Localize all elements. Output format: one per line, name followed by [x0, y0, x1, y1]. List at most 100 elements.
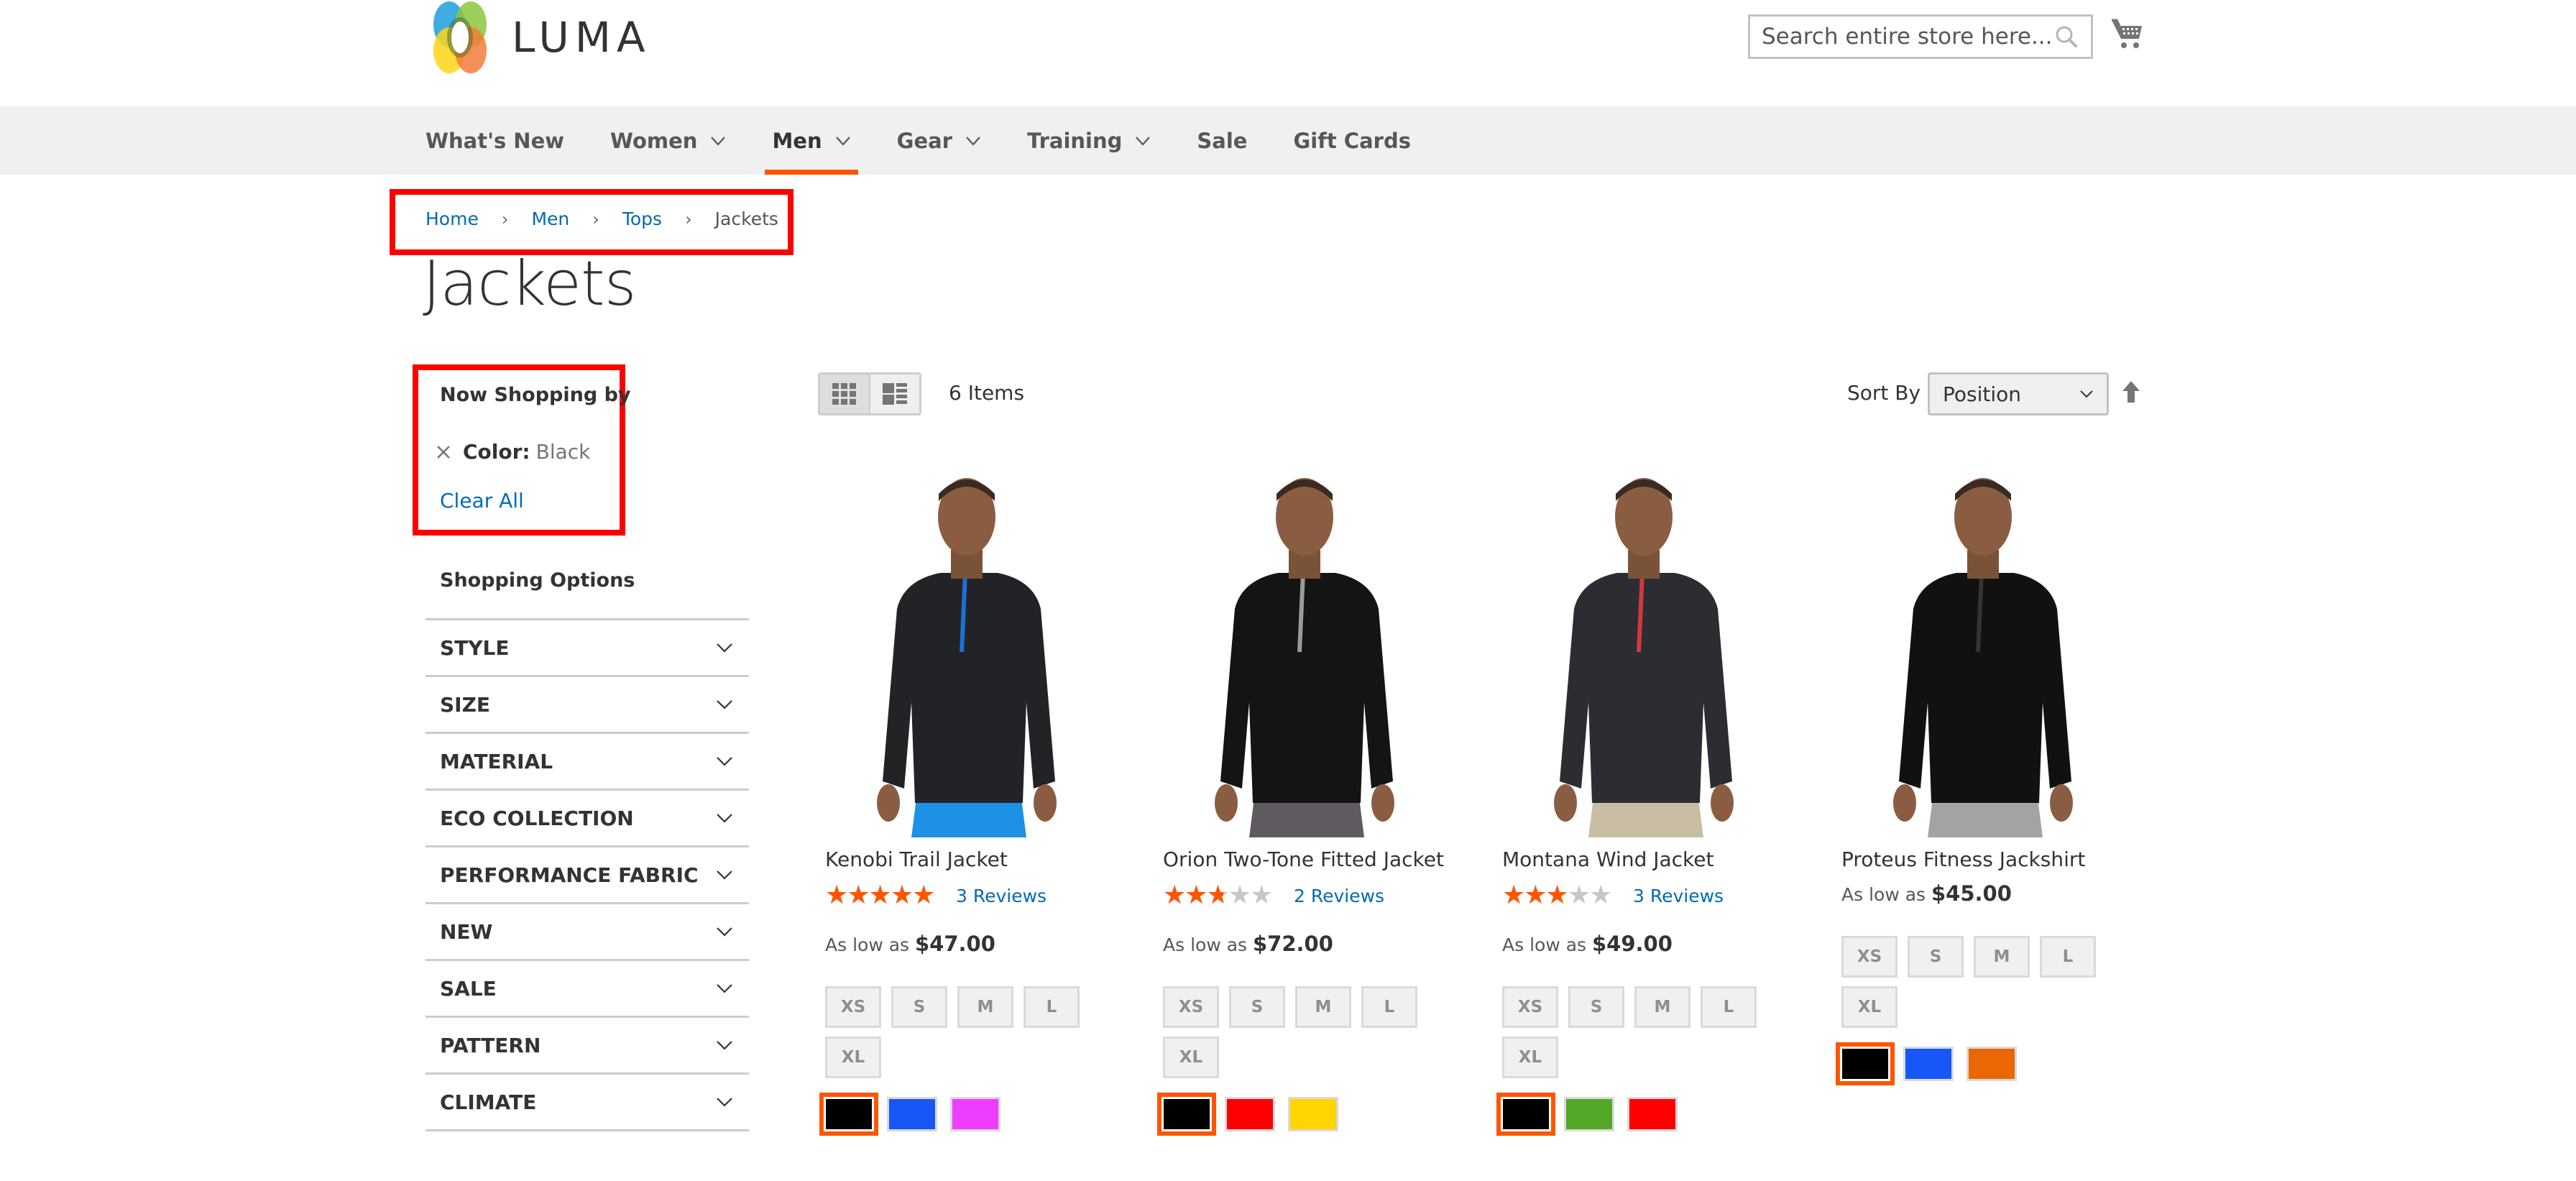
- filter-performance-fabric[interactable]: Performance Fabric: [426, 847, 749, 904]
- filter-label: Performance Fabric: [440, 863, 699, 887]
- size-option-l[interactable]: L: [2040, 936, 2096, 978]
- breadcrumb-separator-icon: ›: [685, 208, 692, 229]
- product-card: Montana Wind Jacket ★★★★★★★★★★ 3 Reviews As…: [1495, 465, 1791, 1136]
- breadcrumb-tops[interactable]: Tops: [622, 208, 662, 229]
- filter-label: Size: [440, 692, 491, 717]
- grid-view-button[interactable]: [820, 374, 870, 413]
- size-option-xl[interactable]: XL: [825, 1037, 881, 1078]
- filter-eco-collection[interactable]: Eco Collection: [426, 791, 749, 847]
- list-view-button[interactable]: [870, 374, 919, 413]
- chevron-down-icon: [717, 700, 732, 709]
- product-rating: ★★★★★★★★★★ 2 Reviews: [1163, 881, 1452, 910]
- chevron-down-icon: [717, 643, 732, 653]
- filter-material[interactable]: Material: [426, 734, 749, 791]
- size-option-l[interactable]: L: [1701, 986, 1757, 1028]
- product-image-link[interactable]: [1156, 465, 1452, 837]
- size-option-xl[interactable]: XL: [1841, 986, 1898, 1028]
- color-swatch-black[interactable]: [819, 1093, 878, 1136]
- color-swatch-green[interactable]: [1564, 1097, 1614, 1131]
- size-option-l[interactable]: L: [1361, 986, 1417, 1028]
- color-swatch-black[interactable]: [1157, 1093, 1216, 1136]
- size-option-xl[interactable]: XL: [1163, 1037, 1219, 1078]
- color-swatch-red[interactable]: [1225, 1097, 1275, 1131]
- color-swatch-purple[interactable]: [950, 1097, 1000, 1131]
- nav-item-men[interactable]: Men: [765, 106, 858, 175]
- remove-filter-icon[interactable]: [436, 444, 451, 460]
- filter-list: Style Size Material Eco Collection Performan…: [426, 618, 749, 1131]
- reviews-link[interactable]: 3 Reviews: [1633, 886, 1724, 906]
- color-swatch-black[interactable]: [1836, 1042, 1895, 1085]
- chevron-down-icon: [717, 984, 732, 993]
- size-options: XS S M L XL: [825, 986, 1098, 1078]
- items-count: 6 Items: [949, 381, 1025, 405]
- nav-item-women[interactable]: Women: [610, 106, 726, 175]
- nav-item-label: What's New: [426, 128, 565, 153]
- reviews-link[interactable]: 3 Reviews: [956, 886, 1046, 906]
- size-option-s[interactable]: S: [1908, 936, 1964, 978]
- size-option-xs[interactable]: XS: [1841, 936, 1898, 978]
- size-option-xl[interactable]: XL: [1502, 1037, 1558, 1078]
- color-swatch-red[interactable]: [1627, 1097, 1678, 1131]
- nav-item-gear[interactable]: Gear: [897, 106, 981, 175]
- color-swatch-blue[interactable]: [1903, 1047, 1954, 1081]
- filter-sale[interactable]: Sale: [426, 961, 749, 1018]
- filter-style[interactable]: Style: [426, 620, 749, 677]
- chevron-down-icon: [2080, 390, 2093, 398]
- nav-item-sale[interactable]: Sale: [1197, 106, 1247, 175]
- color-options: [819, 1093, 1114, 1136]
- cart-icon[interactable]: [2110, 17, 2143, 50]
- sort-by-select[interactable]: Position: [1928, 372, 2109, 415]
- sort-by-label: Sort By: [1847, 381, 1921, 405]
- nav-item-training[interactable]: Training: [1027, 106, 1151, 175]
- filter-label: Eco Collection: [440, 806, 634, 830]
- luma-logo[interactable]: LUMA: [426, 0, 651, 75]
- clear-all-link[interactable]: Clear All: [440, 489, 524, 513]
- filter-new[interactable]: New: [426, 904, 749, 961]
- nav-item-what-s-new[interactable]: What's New: [426, 106, 564, 175]
- size-option-xs[interactable]: XS: [1163, 986, 1219, 1028]
- breadcrumb-current: Jackets: [714, 208, 778, 229]
- color-swatch-black[interactable]: [1496, 1093, 1555, 1136]
- nav-item-label: Gift Cards: [1293, 128, 1411, 153]
- size-option-l[interactable]: L: [1024, 986, 1080, 1028]
- size-option-s[interactable]: S: [1568, 986, 1624, 1028]
- size-option-xs[interactable]: XS: [825, 986, 881, 1028]
- price-prefix: As low as: [825, 934, 915, 955]
- list-icon: [883, 383, 907, 405]
- product-image-link[interactable]: [1495, 465, 1791, 837]
- size-option-m[interactable]: M: [1295, 986, 1351, 1028]
- price-amount: $49.00: [1592, 932, 1673, 956]
- filter-label: New: [440, 919, 493, 944]
- filter-size[interactable]: Size: [426, 677, 749, 734]
- sort-direction-arrow-icon[interactable]: [2122, 380, 2140, 404]
- product-photo: [1495, 465, 1791, 837]
- product-name-link[interactable]: Orion Two-Tone Fitted Jacket: [1163, 847, 1452, 871]
- reviews-link[interactable]: 2 Reviews: [1294, 886, 1384, 906]
- search-icon[interactable]: [2053, 24, 2079, 50]
- size-option-s[interactable]: S: [891, 986, 947, 1028]
- color-swatch-yellow[interactable]: [1288, 1097, 1338, 1131]
- filter-pattern[interactable]: Pattern: [426, 1018, 749, 1075]
- breadcrumb-home[interactable]: Home: [426, 208, 479, 229]
- size-option-m[interactable]: M: [1634, 986, 1690, 1028]
- search-box[interactable]: [1748, 14, 2093, 59]
- nav-item-label: Gear: [896, 128, 952, 153]
- color-swatch-blue[interactable]: [887, 1097, 937, 1131]
- page-title: Jackets: [423, 248, 637, 320]
- search-input[interactable]: [1762, 24, 2053, 50]
- luma-logo-icon: [433, 1, 487, 73]
- filter-climate[interactable]: Climate: [426, 1075, 749, 1131]
- nav-item-gift-cards[interactable]: Gift Cards: [1293, 106, 1411, 175]
- product-name-link[interactable]: Montana Wind Jacket: [1502, 847, 1791, 871]
- size-option-xs[interactable]: XS: [1502, 986, 1558, 1028]
- product-name-link[interactable]: Proteus Fitness Jackshirt: [1841, 847, 2130, 871]
- product-image-link[interactable]: [1834, 465, 2130, 837]
- breadcrumb-men[interactable]: Men: [531, 208, 569, 229]
- product-name-link[interactable]: Kenobi Trail Jacket: [825, 847, 1114, 871]
- size-option-m[interactable]: M: [957, 986, 1013, 1028]
- color-swatch-orange[interactable]: [1966, 1047, 2017, 1081]
- size-option-s[interactable]: S: [1229, 986, 1285, 1028]
- product-image-link[interactable]: [818, 465, 1114, 837]
- size-option-m[interactable]: M: [1974, 936, 2030, 978]
- active-filter-value: Black: [535, 440, 591, 464]
